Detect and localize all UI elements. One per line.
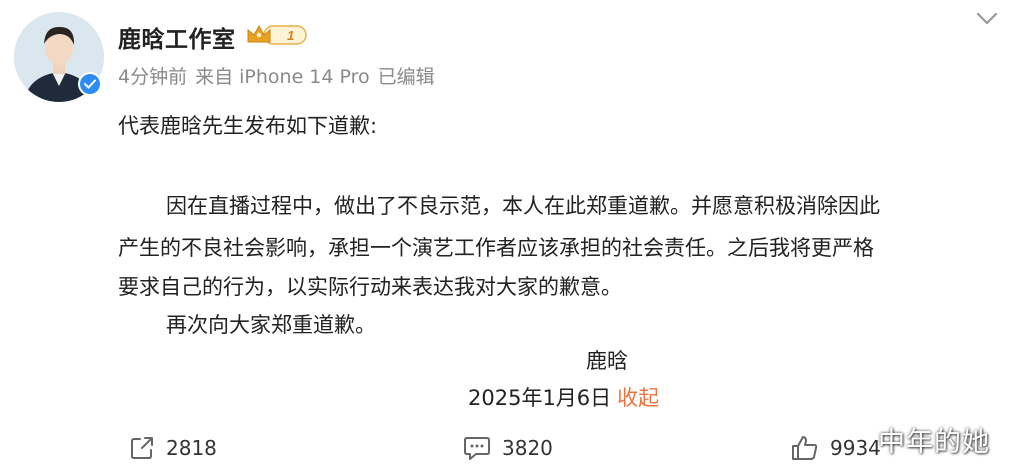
share-button[interactable]: 2818 [128,434,217,462]
comment-count: 3820 [502,436,553,460]
verified-badge-icon [78,72,102,96]
thumbs-up-icon [792,436,818,460]
edited-label[interactable]: 已编辑 [378,66,435,88]
post-paragraph-line: 要求自己的行为，以实际行动来表达我对大家的歉意。 [118,275,622,299]
comment-icon [464,437,490,460]
like-button[interactable]: 9934 [790,434,881,462]
post-paragraph-line: 因在直播过程中，做出了不良示范，本人在此郑重道歉。并愿意积极消除因此 [166,194,880,218]
post-closing-line: 再次向大家郑重道歉。 [166,313,376,337]
share-icon [131,437,153,459]
post-meta: 4分钟前 来自 iPhone 14 Pro 已编辑 [118,62,435,89]
vip-badge-icon[interactable]: 1 [246,22,308,48]
watermark-text: 中年的她 [878,427,990,458]
post-paragraph-line: 产生的不良社会影响，承担一个演艺工作者应该承担的社会责任。之后我将更严格 [118,236,874,260]
collapse-link[interactable]: 收起 [617,386,659,410]
vip-level: 1 [287,28,294,43]
post-intro: 代表鹿晗先生发布如下道歉: [118,114,378,138]
post-date-row: 2025年1月6日 收起 [468,382,659,412]
comment-button[interactable]: 3820 [462,434,553,462]
author-name[interactable]: 鹿晗工作室 [118,20,236,54]
chevron-down-icon[interactable] [972,8,1002,30]
like-count: 9934 [830,436,881,460]
post-signature: 鹿晗 [586,349,628,373]
share-count: 2818 [166,436,217,460]
post-date: 2025年1月6日 [468,386,612,410]
post-time: 4分钟前 [118,66,188,88]
post-source: 来自 iPhone 14 Pro [195,66,370,88]
